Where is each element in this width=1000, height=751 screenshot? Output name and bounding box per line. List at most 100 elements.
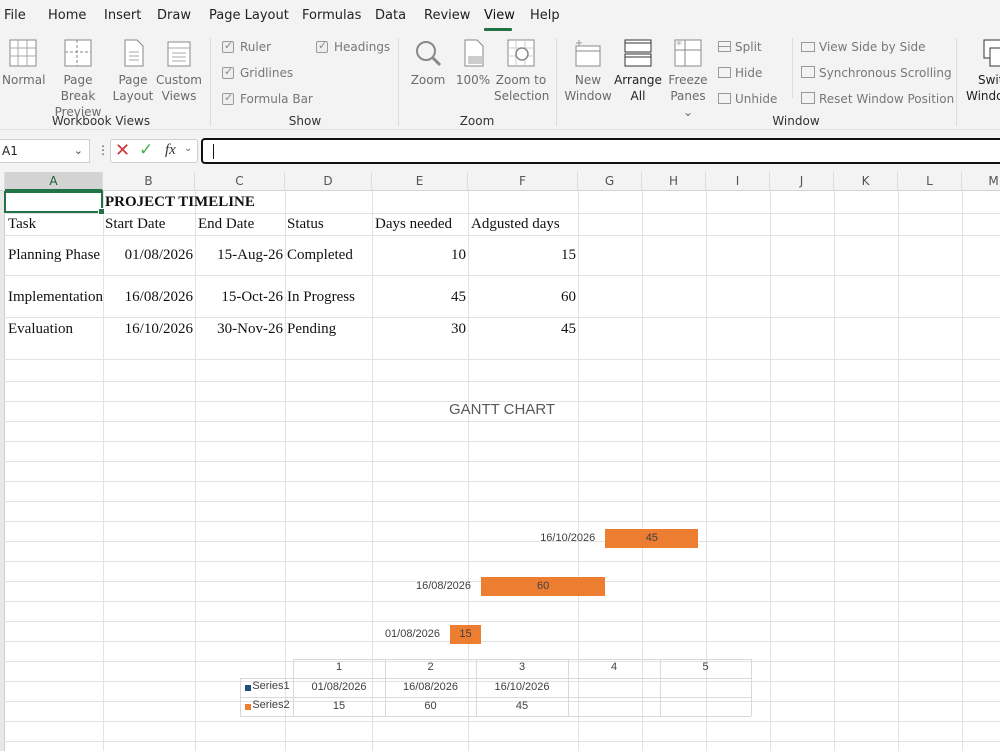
column-header-d[interactable]: D — [285, 172, 372, 191]
column-header-i[interactable]: I — [706, 172, 770, 191]
category-label: 16/08/2026 — [415, 580, 472, 592]
menu-data[interactable]: Data — [375, 8, 406, 23]
cancel-icon[interactable]: ✕ — [115, 140, 130, 161]
custom-views-button[interactable]: Custom Views — [156, 38, 202, 104]
gantt-bar[interactable]: 15 — [450, 625, 482, 644]
switch-windows-button[interactable]: Swit Windo — [964, 38, 1000, 104]
text-caret — [213, 144, 214, 159]
table-cell: 16/08/2026 — [402, 681, 459, 693]
column-header-g[interactable]: G — [578, 172, 642, 191]
table-column-header: 2 — [427, 661, 434, 673]
column-header-j[interactable]: J — [770, 172, 834, 191]
formula-bar-label: Formula Bar — [240, 92, 313, 106]
menu-draw[interactable]: Draw — [157, 8, 191, 23]
new-window-button[interactable]: New Window — [562, 38, 614, 104]
row-gridline — [4, 601, 1000, 602]
freeze-panes-button[interactable]: * Freeze Panes ⌄ — [664, 38, 712, 120]
custom-views-icon — [167, 41, 191, 67]
sync-scroll-icon — [801, 66, 815, 78]
zoom-to-selection-button[interactable]: Zoom to Selection — [494, 38, 549, 104]
formula-bar: A1 ⌄ ⋮ ✕ ✓ fx ⌄ — [0, 130, 1000, 172]
start-date-cell: 01/08/2026 — [124, 247, 193, 263]
sheet-title: PROJECT TIMELINE — [105, 194, 255, 210]
row-gridline — [4, 461, 1000, 462]
spreadsheet-grid[interactable]: A B C D E F G H I J K L M PROJECT TIMELI… — [0, 172, 1000, 751]
insert-function-icon[interactable]: fx — [165, 142, 176, 159]
column-header-m[interactable]: M — [962, 172, 1000, 191]
menu-home[interactable]: Home — [48, 8, 86, 23]
days-needed-cell: 45 — [451, 289, 466, 305]
menu-review[interactable]: Review — [424, 8, 470, 23]
group-separator — [792, 38, 793, 98]
start-date-cell: 16/08/2026 — [124, 289, 193, 305]
split-icon — [718, 41, 731, 52]
menu-formulas[interactable]: Formulas — [302, 8, 361, 23]
adjusted-days-cell: 15 — [561, 247, 576, 263]
column-header-k[interactable]: K — [834, 172, 898, 191]
normal-view-icon — [9, 39, 37, 67]
column-header-h[interactable]: H — [642, 172, 706, 191]
freeze-panes-icon: * — [674, 38, 702, 67]
zoom-button[interactable]: Zoom — [408, 38, 448, 88]
gantt-bar[interactable]: 60 — [481, 577, 606, 596]
ribbon: Normal Page Break Preview Page Layout Cu… — [0, 32, 1000, 130]
normal-view-button[interactable]: Normal — [2, 38, 45, 88]
header-cell: Status — [287, 216, 324, 232]
menu-view[interactable]: View — [484, 8, 515, 23]
column-header-e[interactable]: E — [372, 172, 468, 191]
status-cell: In Progress — [287, 289, 355, 305]
zoom-100-button[interactable]: 100% — [454, 38, 492, 88]
table-column-header: 5 — [702, 661, 709, 673]
hide-button[interactable]: Hide — [718, 64, 762, 82]
group-separator — [956, 38, 957, 126]
headings-label: Headings — [334, 40, 391, 54]
zoom-100-icon — [464, 39, 484, 67]
enter-icon[interactable]: ✓ — [139, 140, 153, 160]
table-cell: 16/10/2026 — [494, 681, 550, 693]
row-gridline — [4, 359, 1000, 360]
column-header-f[interactable]: F — [468, 172, 578, 191]
menu-insert[interactable]: Insert — [104, 8, 141, 23]
column-header-a[interactable]: A — [5, 172, 103, 191]
chevron-down-icon[interactable]: ⌄ — [184, 143, 192, 154]
chevron-down-icon[interactable]: ⌄ — [74, 140, 83, 162]
zoom-group-label: Zoom — [459, 114, 495, 128]
svg-text:*: * — [676, 38, 682, 52]
column-header-b[interactable]: B — [103, 172, 195, 191]
table-gridline — [751, 659, 752, 716]
end-date-cell: 15-Oct-26 — [221, 289, 283, 305]
arrange-all-button[interactable]: Arrange All — [614, 38, 662, 104]
page-layout-view-button[interactable]: Page Layout — [112, 38, 154, 104]
menu-help[interactable]: Help — [530, 8, 560, 23]
row-gridline — [4, 641, 1000, 642]
formula-bar-checkbox[interactable] — [222, 91, 234, 105]
name-box[interactable]: A1 ⌄ — [0, 139, 90, 163]
task-cell: Implementation — [8, 289, 103, 305]
ruler-checkbox[interactable] — [222, 39, 234, 53]
synchronous-scrolling-button[interactable]: Synchronous Scrolling — [801, 64, 952, 82]
series-name: Series2 — [252, 699, 290, 711]
gantt-bar[interactable]: 45 — [605, 529, 699, 548]
view-side-by-side-button[interactable]: View Side by Side — [801, 38, 926, 56]
chart-title: GANTT CHART — [448, 401, 556, 418]
show-group-label: Show — [288, 114, 322, 128]
adjusted-days-cell: 45 — [561, 321, 576, 337]
gridlines-checkbox[interactable] — [222, 65, 234, 79]
more-options-icon[interactable]: ⋮ — [97, 143, 109, 157]
page-break-preview-button[interactable]: Page Break Preview — [48, 38, 108, 120]
menu-file[interactable]: File — [4, 8, 26, 23]
selected-cell-a1[interactable] — [4, 191, 105, 215]
table-cell: 60 — [424, 700, 437, 712]
split-button[interactable]: Split — [718, 38, 762, 56]
headings-checkbox[interactable] — [316, 39, 328, 53]
reset-window-position-button[interactable]: Reset Window Position — [801, 90, 954, 108]
unhide-button[interactable]: Unhide — [718, 90, 777, 108]
table-cell: 01/08/2026 — [311, 681, 367, 693]
group-separator — [398, 38, 399, 126]
menu-page-layout[interactable]: Page Layout — [209, 8, 289, 23]
row-gridline — [4, 741, 1000, 742]
formula-input[interactable] — [201, 138, 1000, 164]
hide-icon — [718, 67, 731, 78]
column-header-l[interactable]: L — [898, 172, 962, 191]
column-header-c[interactable]: C — [195, 172, 285, 191]
